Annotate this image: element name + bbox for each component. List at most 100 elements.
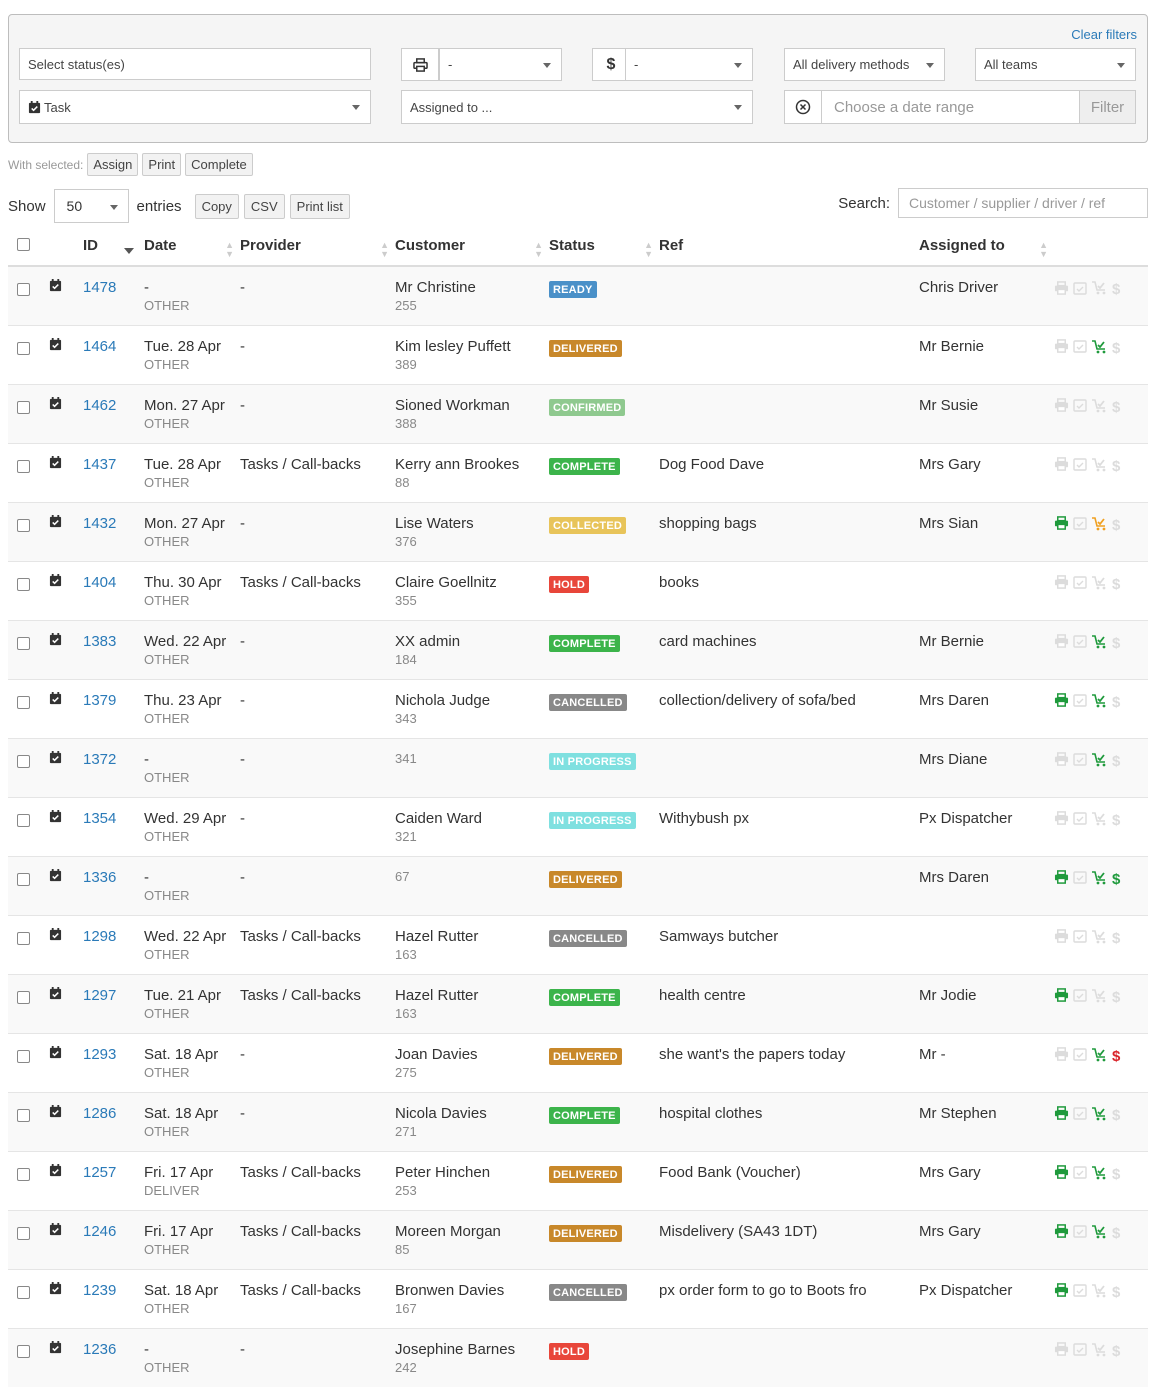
assigned-header[interactable]: Assigned to ▲ ▼ — [919, 226, 1054, 267]
print-icon[interactable] — [1054, 1283, 1069, 1301]
print-icon[interactable] — [1054, 1047, 1069, 1065]
print-icon[interactable] — [1054, 1165, 1069, 1183]
entries-select[interactable]: 50 — [53, 189, 129, 223]
payment-filter-select[interactable]: - — [625, 48, 753, 81]
dollar-icon[interactable]: $ — [1112, 1048, 1120, 1065]
delivery-cart-icon[interactable] — [1091, 752, 1108, 771]
delivery-cart-icon[interactable] — [1091, 457, 1108, 476]
calendar-check-icon[interactable] — [1073, 1224, 1087, 1242]
id-header[interactable]: ID — [83, 226, 144, 267]
row-id-link[interactable]: 1437 — [83, 456, 116, 473]
dollar-icon[interactable]: $ — [1112, 871, 1120, 888]
assigned-select[interactable]: Assigned to ... — [401, 90, 753, 124]
delivery-cart-icon[interactable] — [1091, 811, 1108, 830]
row-id-link[interactable]: 1298 — [83, 928, 116, 945]
print-icon[interactable] — [1054, 339, 1069, 357]
delivery-cart-icon[interactable] — [1091, 280, 1108, 299]
complete-button[interactable]: Complete — [185, 153, 253, 176]
row-checkbox[interactable] — [17, 931, 30, 945]
delivery-cart-icon[interactable] — [1091, 1224, 1108, 1243]
calendar-check-icon[interactable] — [1073, 988, 1087, 1006]
row-checkbox[interactable] — [17, 990, 30, 1004]
row-checkbox[interactable] — [17, 754, 30, 768]
row-checkbox[interactable] — [17, 636, 30, 650]
dollar-icon[interactable]: $ — [1112, 1225, 1120, 1242]
date-header[interactable]: Date ▲ ▼ — [144, 226, 240, 267]
row-id-link[interactable]: 1354 — [83, 810, 116, 827]
print-icon[interactable] — [1054, 693, 1069, 711]
print-list-button[interactable]: Print list — [289, 193, 350, 219]
calendar-check-icon[interactable] — [1073, 281, 1087, 299]
row-checkbox[interactable] — [17, 577, 30, 591]
print-icon[interactable] — [1054, 398, 1069, 416]
dollar-icon[interactable]: $ — [1112, 517, 1120, 534]
calendar-check-icon[interactable] — [1073, 870, 1087, 888]
calendar-check-icon[interactable] — [1073, 1106, 1087, 1124]
customer-header[interactable]: Customer ▲ ▼ — [395, 226, 549, 267]
dollar-icon[interactable]: $ — [1112, 930, 1120, 947]
dollar-icon[interactable]: $ — [1112, 1284, 1120, 1301]
calendar-check-icon[interactable] — [1073, 1342, 1087, 1360]
row-id-link[interactable]: 1236 — [83, 1341, 116, 1358]
copy-button[interactable]: Copy — [194, 193, 239, 219]
print-icon[interactable] — [1054, 870, 1069, 888]
dollar-icon[interactable]: $ — [1112, 1107, 1120, 1124]
dollar-icon[interactable]: $ — [1112, 812, 1120, 829]
row-id-link[interactable]: 1372 — [83, 751, 116, 768]
delivery-cart-icon[interactable] — [1091, 988, 1108, 1007]
row-id-link[interactable]: 1379 — [83, 692, 116, 709]
print-icon[interactable] — [1054, 634, 1069, 652]
row-id-link[interactable]: 1286 — [83, 1105, 116, 1122]
calendar-check-icon[interactable] — [1073, 1165, 1087, 1183]
calendar-check-icon[interactable] — [1073, 516, 1087, 534]
print-icon[interactable] — [1054, 811, 1069, 829]
calendar-check-icon[interactable] — [1073, 811, 1087, 829]
print-icon[interactable] — [1054, 280, 1069, 299]
calendar-check-icon[interactable] — [1073, 457, 1087, 475]
calendar-check-icon[interactable] — [1073, 575, 1087, 593]
print-icon[interactable] — [1054, 1224, 1069, 1242]
calendar-check-icon[interactable] — [1073, 929, 1087, 947]
dollar-icon[interactable]: $ — [1112, 576, 1120, 593]
delivery-cart-icon[interactable] — [1091, 1342, 1108, 1361]
row-id-link[interactable]: 1246 — [83, 1223, 116, 1240]
row-checkbox[interactable] — [17, 1049, 30, 1063]
calendar-check-icon[interactable] — [1073, 339, 1087, 357]
row-id-link[interactable]: 1383 — [83, 633, 116, 650]
row-id-link[interactable]: 1239 — [83, 1282, 116, 1299]
date-range-input[interactable]: Choose a date range — [821, 90, 1080, 124]
filter-button[interactable]: Filter — [1079, 90, 1136, 124]
clear-date-button[interactable] — [784, 90, 822, 124]
row-id-link[interactable]: 1297 — [83, 987, 116, 1004]
dollar-icon[interactable]: $ — [1112, 989, 1120, 1006]
print-icon[interactable] — [1054, 516, 1069, 534]
delivery-cart-icon[interactable] — [1091, 1283, 1108, 1302]
delivery-cart-icon[interactable] — [1091, 339, 1108, 358]
calendar-check-icon[interactable] — [1073, 398, 1087, 416]
row-checkbox[interactable] — [17, 400, 30, 414]
print-icon[interactable] — [1054, 1106, 1069, 1124]
row-checkbox[interactable] — [17, 872, 30, 886]
print-icon[interactable] — [1054, 457, 1069, 475]
dollar-icon[interactable]: $ — [1112, 1166, 1120, 1183]
print-icon[interactable] — [1054, 752, 1069, 770]
row-id-link[interactable]: 1293 — [83, 1046, 116, 1063]
delivery-cart-icon[interactable] — [1091, 398, 1108, 417]
print-icon[interactable] — [1054, 988, 1069, 1006]
assign-button[interactable]: Assign — [87, 153, 139, 176]
dollar-icon[interactable]: $ — [1112, 281, 1120, 298]
status-header[interactable]: Status ▲ ▼ — [549, 226, 659, 267]
dollar-icon[interactable]: $ — [1112, 753, 1120, 770]
row-checkbox[interactable] — [17, 1285, 30, 1299]
row-id-link[interactable]: 1257 — [83, 1164, 116, 1181]
dollar-icon[interactable]: $ — [1112, 458, 1120, 475]
row-id-link[interactable]: 1432 — [83, 515, 116, 532]
dollar-icon[interactable]: $ — [1112, 635, 1120, 652]
dollar-icon[interactable]: $ — [1112, 340, 1120, 357]
delivery-cart-icon[interactable] — [1091, 929, 1108, 948]
delivery-methods-select[interactable]: All delivery methods — [784, 48, 945, 81]
delivery-cart-icon[interactable] — [1091, 870, 1108, 889]
row-checkbox[interactable] — [17, 1226, 30, 1240]
teams-select[interactable]: All teams — [975, 48, 1136, 81]
calendar-check-icon[interactable] — [1073, 752, 1087, 770]
